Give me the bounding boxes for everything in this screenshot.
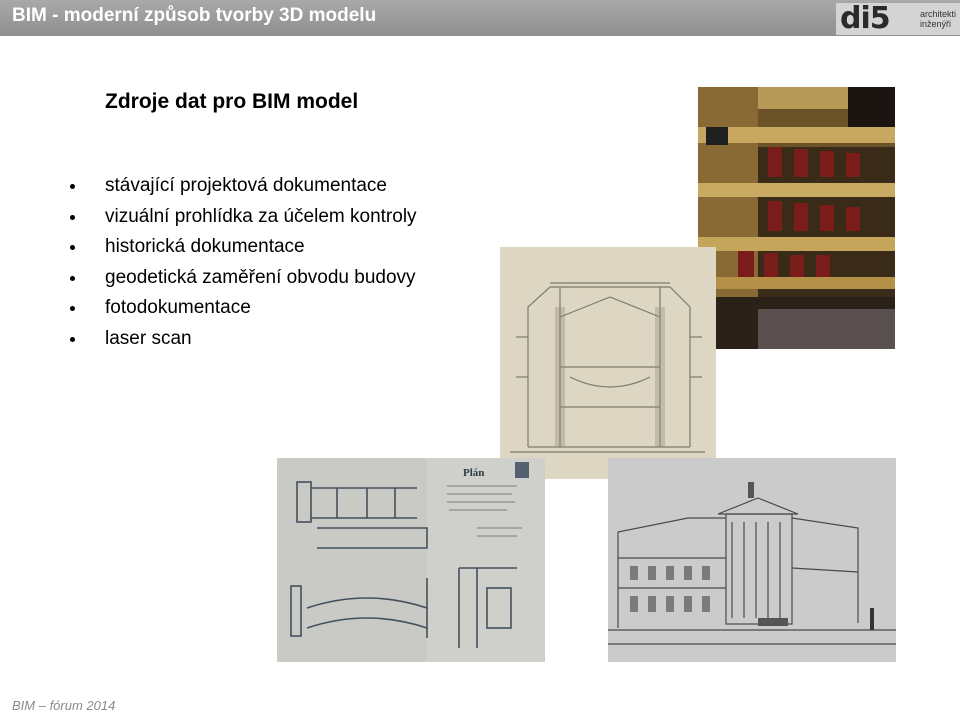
bullet-dot-icon	[70, 275, 75, 281]
bullet-item: fotodokumentace	[70, 297, 417, 328]
bullet-dot-icon	[70, 336, 75, 342]
section-drawing-photo	[500, 247, 716, 479]
logo-line-1: architekti	[920, 9, 957, 19]
bullet-item: geodetická zaměření obvodu budovy	[70, 267, 417, 298]
bullet-dot-icon	[70, 306, 75, 311]
bullet-dot-icon	[70, 214, 75, 220]
bullet-text: fotodokumentace	[105, 297, 251, 318]
header-title: BIM - moderní způsob tvorby 3D modelu	[12, 5, 377, 26]
bullet-text: geodetická zaměření obvodu budovy	[105, 266, 416, 288]
bullet-item: stávající projektová dokumentace	[70, 175, 417, 206]
bullet-text: historická dokumentace	[105, 236, 305, 257]
logo-mark: di5	[840, 1, 891, 36]
bullet-text: laser scan	[105, 327, 192, 349]
bullet-text: stávající projektová dokumentace	[105, 175, 387, 196]
logo-subtitle: architekti inženýři	[920, 9, 960, 29]
bullet-dot-icon	[70, 184, 75, 189]
plan-stamp-label: Plán	[463, 467, 484, 479]
bullet-text: vizuální prohlídka za účelem kontroly	[105, 205, 417, 227]
bullet-dot-icon	[70, 245, 75, 250]
bullet-item: historická dokumentace	[70, 236, 417, 267]
bullet-item: vizuální prohlídka za účelem kontroly	[70, 206, 417, 237]
logo-line-2: inženýři	[920, 19, 952, 29]
slide-title: Zdroje dat pro BIM model	[105, 90, 359, 113]
bullet-list: stávající projektová dokumentace vizuáln…	[70, 175, 417, 358]
header-bar: BIM - moderní způsob tvorby 3D modelu di…	[0, 0, 960, 36]
bullet-item: laser scan	[70, 328, 417, 359]
footer-text: BIM – fórum 2014	[12, 698, 116, 712]
di5-logo: di5 architekti inženýři	[836, 1, 960, 36]
plan-drawing-photo: Plán	[277, 458, 545, 662]
facade-drawing-photo	[608, 458, 896, 662]
theatre-interior-photo	[698, 87, 895, 349]
